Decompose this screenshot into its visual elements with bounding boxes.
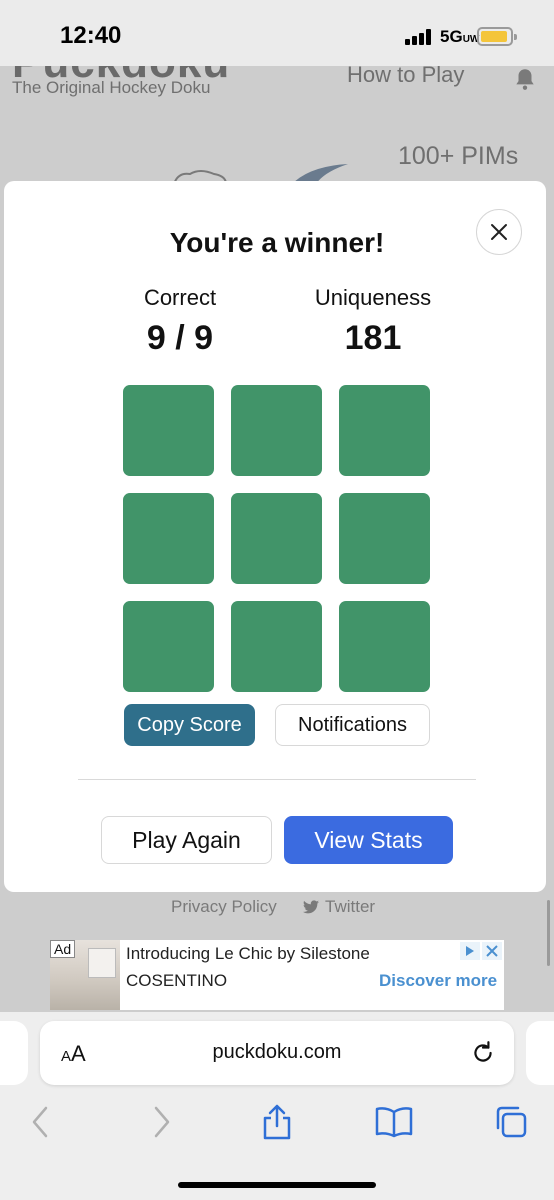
share-icon[interactable] (260, 1102, 294, 1142)
view-stats-button[interactable]: View Stats (284, 816, 453, 864)
status-time: 12:40 (60, 22, 122, 49)
bookmarks-icon[interactable] (374, 1102, 414, 1142)
correct-value: 9 / 9 (146, 319, 214, 357)
uniqueness-stat: Uniqueness 181 (283, 285, 463, 358)
team-logo-icon (174, 170, 227, 181)
twitter-icon (303, 900, 319, 914)
ad-brand: COSENTINO (126, 971, 228, 990)
ad-choices-icon[interactable] (460, 942, 502, 960)
previous-tab-card[interactable] (0, 1021, 28, 1085)
bell-icon[interactable] (512, 66, 538, 92)
grid-cell-3-3 (339, 601, 430, 692)
grid-cell-1-1 (123, 385, 214, 476)
status-bar: 12:40 5GUW (0, 0, 554, 66)
url-text[interactable]: puckdoku.com (40, 1041, 514, 1064)
scroll-indicator (547, 900, 550, 966)
next-tab-card[interactable] (526, 1021, 554, 1085)
grid-cell-1-2 (231, 385, 322, 476)
privacy-policy-link[interactable]: Privacy Policy (171, 897, 277, 917)
ad-badge: Ad (50, 940, 76, 958)
site-tagline: The Original Hockey Doku (12, 78, 211, 97)
ad-headline[interactable]: Introducing Le Chic by Silestone (126, 944, 370, 964)
reload-icon[interactable] (470, 1040, 496, 1066)
tabs-icon[interactable] (494, 1102, 528, 1142)
battery-icon (477, 27, 517, 46)
grid-cell-2-1 (123, 493, 214, 584)
ad-cta-link[interactable]: Discover more (379, 971, 497, 991)
team-logo-icon (295, 164, 348, 181)
correct-label: Correct (143, 285, 217, 310)
forward-icon[interactable] (150, 1102, 172, 1142)
divider (78, 779, 476, 780)
result-grid (123, 385, 431, 693)
site-header: Puckdoku The Original Hockey Doku How to… (0, 66, 554, 181)
category-label: 100+ PIMs (398, 142, 519, 170)
back-icon[interactable] (30, 1102, 52, 1142)
grid-cell-3-2 (231, 601, 322, 692)
modal-title: You're a winner! (169, 227, 385, 258)
grid-cell-3-1 (123, 601, 214, 692)
winner-modal: You're a winner! Correct 9 / 9 Uniquenes… (4, 181, 546, 892)
play-again-button[interactable]: Play Again (101, 816, 272, 864)
grid-cell-1-3 (339, 385, 430, 476)
uniqueness-label: Uniqueness (314, 285, 432, 310)
twitter-link[interactable]: Twitter (303, 897, 375, 917)
network-type: 5GUW (440, 27, 480, 46)
notifications-button[interactable]: Notifications (275, 704, 430, 746)
twitter-link-label: Twitter (325, 897, 376, 916)
grid-cell-2-2 (231, 493, 322, 584)
address-bar[interactable]: AA puckdoku.com (40, 1021, 514, 1085)
uniqueness-value: 181 (344, 319, 402, 357)
how-to-play-link[interactable]: How to Play (347, 66, 464, 88)
copy-score-button[interactable]: Copy Score (124, 704, 255, 746)
cellular-signal-icon (405, 29, 435, 45)
correct-stat: Correct 9 / 9 (90, 285, 270, 358)
browser-toolbar: AA puckdoku.com (0, 1012, 554, 1200)
home-indicator (178, 1182, 376, 1188)
ad-banner[interactable]: Ad Introducing Le Chic by Silestone COSE… (50, 940, 504, 1010)
grid-cell-2-3 (339, 493, 430, 584)
